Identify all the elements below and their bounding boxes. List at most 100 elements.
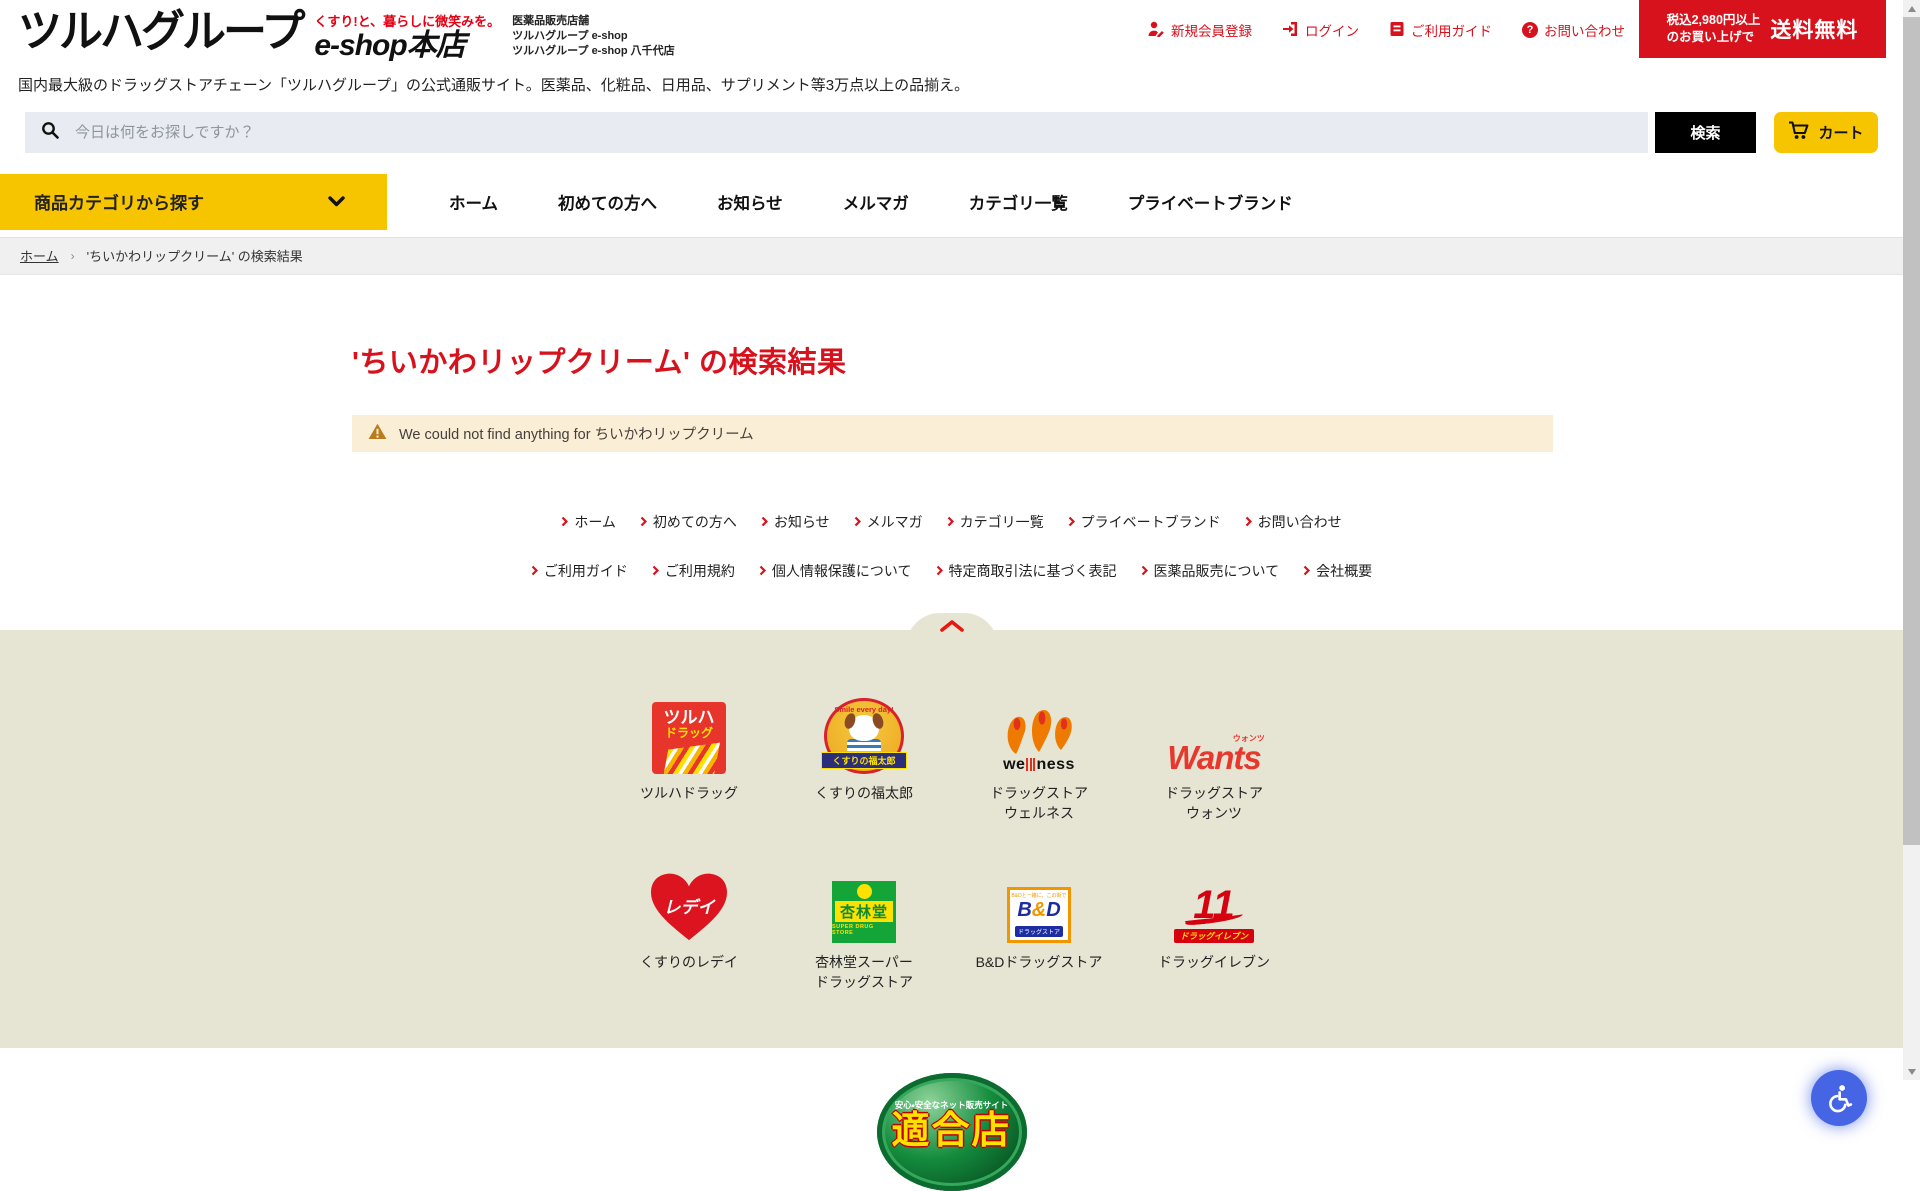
logo-tagline: くすり!と、暮らしに微笑みを。: [314, 11, 500, 30]
footer-link-privacy[interactable]: 個人情報保護について: [759, 561, 912, 581]
question-icon: ?: [1522, 22, 1538, 38]
search-input[interactable]: [73, 123, 1632, 142]
login-link[interactable]: ログイン: [1282, 20, 1359, 40]
search-bar: 検索 カート: [25, 112, 1878, 153]
contact-link[interactable]: ? お問い合わせ: [1522, 20, 1625, 40]
guide-book-icon: [1389, 21, 1405, 40]
footer-link-label: 初めての方へ: [653, 512, 737, 532]
footer-link-mailmag[interactable]: メルマガ: [854, 512, 923, 532]
store-info-line2: ツルハグループ e-shop: [512, 29, 675, 44]
free-shipping-banner: 税込2,980円以上 のお買い上げで 送料無料: [1639, 0, 1886, 58]
chevron-right-icon: [761, 516, 768, 527]
footer-link-guide[interactable]: ご利用ガイド: [531, 561, 628, 581]
nav-items: ホーム 初めての方へ お知らせ メルマガ カテゴリ一覧 プライベートブランド: [449, 174, 1293, 230]
footer-link-label: カテゴリ一覧: [960, 512, 1044, 532]
footer-link-private-brand[interactable]: プライベートブランド: [1068, 512, 1221, 532]
chevron-up-icon: [939, 619, 965, 633]
footer-link-label: ホーム: [574, 512, 616, 532]
store-bd-drug[interactable]: B&Dと一緒に、この街で B&D ドラッグストア B&Dドラッグストア: [952, 863, 1127, 993]
nav-item-mailmag[interactable]: メルマガ: [843, 190, 909, 214]
store-label: ドラッグストア ウェルネス: [990, 783, 1088, 824]
footer-link-category-list[interactable]: カテゴリ一覧: [947, 512, 1044, 532]
search-button[interactable]: 検索: [1655, 112, 1756, 153]
back-to-top-button[interactable]: [906, 613, 998, 647]
login-icon: [1282, 21, 1299, 40]
category-menu-button[interactable]: 商品カテゴリから探す: [0, 174, 387, 230]
footer-link-pharma-sales[interactable]: 医薬品販売について: [1141, 561, 1280, 581]
store-fukutaro[interactable]: Smile every day! くすりの福太郎 くすりの福太郎: [777, 694, 952, 824]
store-wants[interactable]: ウォンツ Wants ドラッグストア ウォンツ: [1127, 694, 1302, 824]
store-kyorindo[interactable]: 杏林堂 SUPER DRUG STORE 杏林堂スーパー ドラッグストア: [777, 863, 952, 993]
tsuruha-logo-subtext: ドラッグ: [665, 726, 713, 740]
footer-link-label: お問い合わせ: [1258, 512, 1342, 532]
page-scrollbar[interactable]: [1903, 0, 1920, 1080]
ledei-logo: レデイ: [651, 863, 727, 943]
kyorindo-logo: 杏林堂 SUPER DRUG STORE: [832, 863, 896, 943]
nav-item-category-list[interactable]: カテゴリ一覧: [969, 190, 1068, 214]
search-box[interactable]: [25, 112, 1648, 153]
chevron-right-icon: [1303, 565, 1310, 576]
ledei-logo-text: レデイ: [651, 893, 727, 918]
store-drug-eleven[interactable]: 11 ドラッグイレブン ドラッグイレブン: [1127, 863, 1302, 993]
dog-mascot-icon: [849, 715, 879, 741]
wellness-text-ness: ness: [1036, 756, 1074, 774]
footer-link-first-time[interactable]: 初めての方へ: [640, 512, 737, 532]
warning-icon: [368, 423, 387, 444]
nav-item-first-time[interactable]: 初めての方へ: [558, 190, 657, 214]
nav-item-home[interactable]: ホーム: [449, 190, 498, 214]
wellness-text-we: we: [1003, 756, 1025, 774]
chevron-right-icon: [759, 565, 766, 576]
footer-link-contact[interactable]: お問い合わせ: [1245, 512, 1342, 532]
smiley-icon: [857, 884, 872, 899]
seal-top-text: 安心・安全なネット販売サイト: [895, 1099, 1008, 1111]
footer-link-label: 会社概要: [1316, 561, 1372, 581]
footer-link-label: お知らせ: [774, 512, 830, 532]
footer-link-company[interactable]: 会社概要: [1303, 561, 1372, 581]
breadcrumb-home-link[interactable]: ホーム: [20, 246, 59, 265]
footer-link-news[interactable]: お知らせ: [761, 512, 830, 532]
store-info: 医薬品販売店舗 ツルハグループ e-shop ツルハグループ e-shop 八千…: [512, 14, 675, 59]
nav-item-private-brand[interactable]: プライベートブランド: [1128, 190, 1293, 214]
guide-label: ご利用ガイド: [1411, 20, 1492, 40]
tsuruha-logo-text: ツルハ: [664, 709, 715, 726]
chevron-down-icon: [328, 192, 345, 212]
breadcrumb-separator: ›: [71, 249, 75, 263]
store-ledei[interactable]: レデイ くすりのレデイ: [602, 863, 777, 993]
footer-link-label: ご利用規約: [665, 561, 735, 581]
free-shipping-label: 送料無料: [1770, 14, 1858, 44]
footer-link-terms[interactable]: ご利用規約: [652, 561, 735, 581]
chevron-right-icon: [1068, 516, 1075, 527]
cart-button[interactable]: カート: [1774, 112, 1878, 153]
header-utility-links: 新規会員登録 ログイン ご利用ガイド ? お問い合わせ: [1148, 20, 1625, 40]
breadcrumb-current: 'ちいかわリップクリーム' の検索結果: [87, 246, 303, 265]
footer-link-label: 特定商取引法に基づく表記: [949, 561, 1117, 581]
scrollbar-thumb[interactable]: [1903, 17, 1920, 845]
chevron-right-icon: [1141, 565, 1148, 576]
scrollbar-up-arrow[interactable]: [1903, 0, 1920, 17]
store-label: ツルハドラッグ: [640, 783, 738, 803]
footer-link-label: 個人情報保護について: [772, 561, 912, 581]
bd-wordmark: B&D: [1017, 899, 1060, 921]
seal-main-text: 適合店: [891, 1111, 1011, 1153]
register-link[interactable]: 新規会員登録: [1148, 20, 1252, 40]
store-info-line3: ツルハグループ e-shop 八千代店: [512, 44, 675, 59]
store-label: くすりのレデイ: [640, 952, 738, 972]
footer-links: ホーム 初めての方へ お知らせ メルマガ カテゴリ一覧 プライベートブランド お…: [0, 512, 1903, 581]
wellness-wave-icon: [1002, 708, 1076, 756]
guide-link[interactable]: ご利用ガイド: [1389, 20, 1492, 40]
store-tsuruha-drug[interactable]: ツルハ ドラッグ ツルハドラッグ: [602, 694, 777, 824]
main-nav: 商品カテゴリから探す ホーム 初めての方へ お知らせ メルマガ カテゴリ一覧 プ…: [0, 174, 1903, 230]
page: ツルハグループ くすり!と、暮らしに微笑みを。 e-shop本店 医薬品販売店舗…: [0, 0, 1903, 1143]
category-menu-label: 商品カテゴリから探す: [34, 189, 204, 214]
kyorindo-logo-subtext: SUPER DRUG STORE: [832, 924, 896, 936]
accessibility-button[interactable]: [1811, 1070, 1867, 1126]
scrollbar-down-arrow[interactable]: [1903, 1063, 1920, 1080]
footer-link-home[interactable]: ホーム: [561, 512, 616, 532]
wants-wordmark: Wants: [1167, 739, 1260, 776]
store-info-type: 医薬品販売店舗: [512, 14, 675, 29]
store-label-line1: ドラッグストア: [990, 783, 1088, 803]
nav-item-news[interactable]: お知らせ: [717, 190, 783, 214]
store-wellness[interactable]: we ness ドラッグストア ウェルネス: [952, 694, 1127, 824]
user-edit-icon: [1148, 21, 1165, 40]
footer-link-tokutei[interactable]: 特定商取引法に基づく表記: [936, 561, 1117, 581]
